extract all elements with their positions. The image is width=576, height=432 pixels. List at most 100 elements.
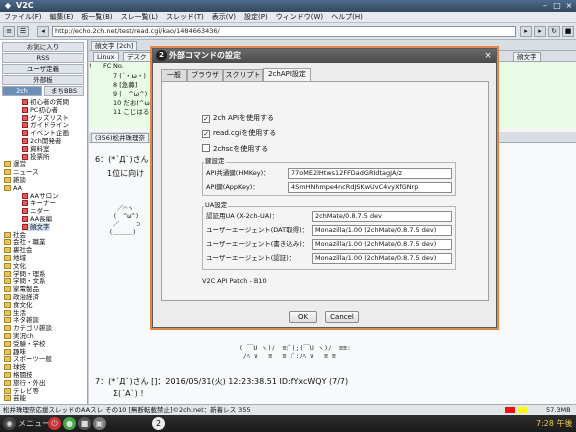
toolbar-list-icon[interactable]: ☰	[17, 26, 29, 37]
minimize-button[interactable]: –	[540, 1, 550, 11]
menu-item-0[interactable]: ファイル(F)	[0, 12, 46, 23]
power-icon[interactable]: ⏻	[48, 417, 61, 430]
reload-icon[interactable]: ↻	[548, 26, 560, 37]
tree-item-label: 芸能	[13, 394, 26, 403]
tree-item[interactable]: 格闘技	[4, 371, 33, 379]
checkbox-use-readcgi-box[interactable]: ✓	[202, 130, 210, 138]
terminal-icon[interactable]: ▣	[93, 417, 106, 430]
tree-item[interactable]: 実況ch	[4, 332, 34, 340]
tree-item[interactable]: イベント企画	[22, 129, 69, 137]
forward-icon[interactable]: ▸	[534, 26, 546, 37]
tree-item[interactable]: 投票所	[22, 153, 50, 161]
tree-item[interactable]: 旅行・外出	[4, 379, 46, 387]
clock: 7:28 午後	[536, 419, 573, 428]
tree-item[interactable]: カテゴリ雑談	[4, 324, 52, 332]
tree-item[interactable]: 資料室	[22, 145, 50, 153]
start-menu-label[interactable]: メニュー	[18, 418, 50, 429]
left-button-3[interactable]: 外部板	[2, 75, 84, 85]
auth-ua-input[interactable]: 2chMate/0.8.7.5 dev	[312, 211, 452, 222]
tab-thread[interactable]: (356)松井珠理奈	[91, 133, 149, 143]
ua-dat-input[interactable]: Monazilla/1.00 (2chMate/0.8.7.5 dev)	[312, 225, 452, 236]
tree-item[interactable]: 受験・学校	[4, 340, 46, 348]
tree-item[interactable]: 球技	[4, 363, 26, 371]
ua-group-label: UA設定	[204, 201, 229, 209]
left-tab-0[interactable]: 2ch	[2, 86, 42, 96]
ua-post-input[interactable]: Monazilla/1.00 (2chMate/0.8.7.5 dev)	[312, 239, 452, 250]
tab-desk[interactable]: デスク	[123, 52, 151, 62]
tree-item-label: PC初心者	[30, 105, 58, 114]
left-button-2[interactable]: ユーザ定義	[2, 64, 84, 74]
thread-list-row[interactable]: 7 (´・ω・)	[113, 72, 146, 80]
folder-icon	[4, 169, 11, 176]
left-button-0[interactable]: お気に入り	[2, 42, 84, 52]
thread-list-row[interactable]: 11 こじはる	[113, 108, 149, 116]
tab-2chapi[interactable]: 2chAPI設定	[263, 68, 311, 81]
start-icon[interactable]: ◉	[3, 417, 16, 430]
tree-item[interactable]: AA	[4, 184, 22, 192]
tree-item[interactable]: 政治経済	[4, 293, 39, 301]
checkbox-use-2chapi-box[interactable]: ✓	[202, 115, 210, 123]
hmkey-input[interactable]: 77oME2lHtws12FFDadGRIdtagJA/z	[288, 168, 452, 179]
checkbox-use-2chsc[interactable]: 2chscを使用する	[202, 144, 268, 154]
menu-item-4[interactable]: スレッド(T)	[162, 12, 208, 23]
tree-item[interactable]: 文化	[4, 262, 26, 270]
tab-linux[interactable]: Linux	[93, 52, 119, 62]
left-button-1[interactable]: RSS	[2, 53, 84, 63]
menu-item-5[interactable]: 表示(V)	[208, 12, 240, 23]
tab-browser[interactable]: ブラウザ	[187, 69, 223, 81]
stop-icon[interactable]: ■	[562, 26, 574, 37]
tree-item[interactable]: 顔文字	[22, 222, 50, 231]
checkbox-use-2chsc-box[interactable]	[202, 144, 210, 152]
taskbar: ◉ メニュー ⏻ ● ■ ▣ 2 7:28 午後	[0, 415, 576, 432]
menu-item-1[interactable]: 編集(E)	[46, 12, 78, 23]
tab-kaomoji[interactable]: 顔文字	[513, 52, 541, 62]
files-icon[interactable]: ■	[78, 417, 91, 430]
tree-item[interactable]: 家電製品	[4, 285, 39, 293]
url-input[interactable]: http://echo.2ch.net/test/read.cgi/kao/14…	[52, 26, 516, 37]
go-icon[interactable]: ▸	[520, 26, 532, 37]
close-button[interactable]: ×	[564, 1, 574, 11]
menu-item-2[interactable]: 板一覧(B)	[77, 12, 116, 23]
tree-item[interactable]: 芸能	[4, 394, 26, 402]
tree-item[interactable]: 裏社会	[4, 246, 33, 254]
back-icon[interactable]: ◂	[37, 26, 49, 37]
ua-auth-input[interactable]: Monazilla/1.00 (2chMate/0.8.7.5 dev)	[312, 253, 452, 264]
tree-item[interactable]: PC初心者	[22, 106, 58, 114]
menu-item-3[interactable]: スレ一覧(L)	[117, 12, 162, 23]
tree-item[interactable]: AA長編	[22, 215, 52, 223]
v2c-task-icon[interactable]: 2	[152, 417, 165, 430]
cancel-button[interactable]: Cancel	[325, 311, 359, 323]
tree-item[interactable]: 食文化	[4, 301, 33, 309]
browser-icon[interactable]: ●	[63, 417, 76, 430]
maximize-button[interactable]: □	[552, 1, 562, 11]
ok-button[interactable]: OK	[289, 311, 317, 323]
toolbar-menu-icon[interactable]: ≡	[3, 26, 15, 37]
appkey-input[interactable]: 4SmHNhmpe4ncRdJSKwUvC4vyXfGNrp	[288, 182, 452, 193]
thread-list-row[interactable]: 9 ( ^ω^)	[113, 90, 147, 98]
tree-item[interactable]: AAサロン	[22, 192, 59, 200]
checkbox-use-readcgi[interactable]: ✓ read.cgiを使用する	[202, 129, 276, 138]
tab-script[interactable]: スクリプト	[223, 69, 263, 81]
tab-board[interactable]: 顔文字 [2ch]	[91, 41, 138, 51]
thread-list-row[interactable]: 10 だお(^ω	[113, 99, 150, 107]
tree-item-label: 実況ch	[13, 332, 34, 340]
thread-list-row[interactable]: 8 [急募]	[113, 81, 137, 89]
tree-item[interactable]: 雑談	[4, 176, 26, 184]
menu-item-8[interactable]: ヘルプ(H)	[327, 12, 367, 23]
checkbox-use-2chapi[interactable]: ✓ 2ch APIを使用する	[202, 114, 274, 123]
board-icon	[22, 192, 28, 199]
tree-item[interactable]: 初心者の質問	[22, 98, 69, 106]
board-icon	[22, 200, 28, 207]
tab-general[interactable]: 一般	[161, 69, 187, 81]
menu-item-6[interactable]: 設定(P)	[240, 12, 272, 23]
tree-item[interactable]: スポーツ一般	[4, 355, 52, 363]
tree-item[interactable]: ニュース	[4, 168, 39, 176]
folder-icon	[4, 372, 11, 378]
tree-item[interactable]: 2ch開発者	[22, 137, 61, 145]
left-tab-1[interactable]: まちBBS	[44, 86, 84, 96]
tree-item[interactable]: ニダー	[22, 207, 50, 215]
tree-item[interactable]: 運営	[4, 160, 26, 168]
tree-item[interactable]: 地域	[4, 254, 26, 262]
dialog-close-icon[interactable]: ×	[482, 50, 494, 62]
menu-item-7[interactable]: ウィンドウ(W)	[272, 12, 327, 23]
